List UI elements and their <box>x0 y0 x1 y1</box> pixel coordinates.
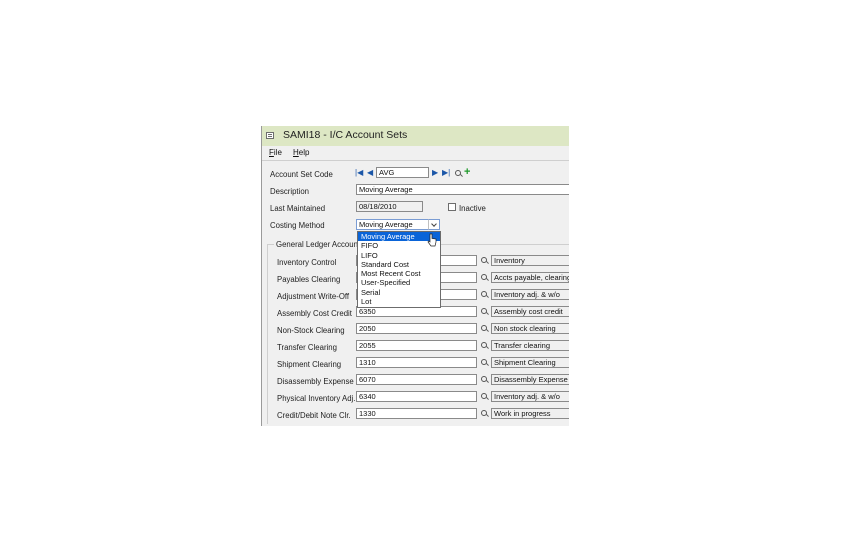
gl-account-label: Shipment Clearing <box>277 360 342 369</box>
gl-account-label: Transfer Clearing <box>277 343 337 352</box>
description-label: Description <box>270 187 309 196</box>
inactive-checkbox[interactable] <box>448 203 456 211</box>
gl-account-label: Payables Clearing <box>277 275 341 284</box>
gl-account-finder-icon[interactable] <box>480 392 489 401</box>
gl-account-finder-icon[interactable] <box>480 409 489 418</box>
gl-account-finder-icon[interactable] <box>480 290 489 299</box>
costing-option[interactable]: User-Specified <box>358 278 440 287</box>
costing-method-label: Costing Method <box>270 221 325 230</box>
inactive-label: Inactive <box>459 204 486 213</box>
gl-account-input[interactable]: 1310 <box>356 357 477 368</box>
menu-divider <box>262 160 569 161</box>
gl-account-finder-icon[interactable] <box>480 341 489 350</box>
costing-method-select[interactable]: Moving Average <box>356 219 429 230</box>
costing-option[interactable]: Lot <box>358 297 440 306</box>
menu-file[interactable]: File <box>269 148 282 157</box>
gl-account-input[interactable]: 2050 <box>356 323 477 334</box>
gl-account-input[interactable]: 6340 <box>356 391 477 402</box>
menu-bar: File Help <box>262 146 569 160</box>
gl-account-label: Inventory Control <box>277 258 337 267</box>
gl-account-label: Disassembly Expense <box>277 377 354 386</box>
gl-account-finder-icon[interactable] <box>480 375 489 384</box>
gl-account-finder-icon[interactable] <box>480 324 489 333</box>
window-title: SAMI18 - I/C Account Sets <box>283 129 408 141</box>
gl-account-label: Physical Inventory Adj. <box>277 394 356 403</box>
gl-group-title: General Ledger Accounts <box>274 240 366 249</box>
gl-account-finder-icon[interactable] <box>480 273 489 282</box>
account-set-code-input[interactable]: AVG <box>376 167 429 178</box>
last-maintained-label: Last Maintained <box>270 204 326 213</box>
last-record-icon[interactable]: ▶| <box>442 169 450 177</box>
previous-record-icon[interactable]: ◀ <box>367 169 373 177</box>
gl-group-border-left <box>267 244 268 424</box>
gl-account-finder-icon[interactable] <box>480 307 489 316</box>
gl-account-label: Assembly Cost Credit <box>277 309 352 318</box>
first-record-icon[interactable]: |◀ <box>355 169 363 177</box>
gl-account-description: Non stock clearing <box>491 323 569 334</box>
gl-account-description: Accts payable, clearing <box>491 272 569 283</box>
gl-account-description: Inventory adj. & w/o <box>491 289 569 300</box>
account-sets-window: SAMI18 - I/C Account Sets File Help Acco… <box>261 126 569 426</box>
costing-option[interactable]: Most Recent Cost <box>358 269 440 278</box>
description-input[interactable]: Moving Average <box>356 184 569 195</box>
costing-option[interactable]: LIFO <box>358 251 440 260</box>
costing-option[interactable]: Serial <box>358 288 440 297</box>
menu-help[interactable]: Help <box>293 148 309 157</box>
next-record-icon[interactable]: ▶ <box>432 169 438 177</box>
gl-account-input[interactable]: 2055 <box>356 340 477 351</box>
gl-account-description: Inventory <box>491 255 569 266</box>
gl-account-finder-icon[interactable] <box>480 358 489 367</box>
gl-account-label: Credit/Debit Note Clr. <box>277 411 351 420</box>
last-maintained-value: 08/18/2010 <box>356 201 423 212</box>
gl-account-input[interactable]: 6070 <box>356 374 477 385</box>
gl-account-finder-icon[interactable] <box>480 256 489 265</box>
title-bar: SAMI18 - I/C Account Sets <box>262 126 569 146</box>
gl-account-input[interactable]: 1330 <box>356 408 477 419</box>
mouse-cursor-icon <box>427 233 437 247</box>
account-set-code-label: Account Set Code <box>270 170 333 179</box>
add-new-icon[interactable]: + <box>464 166 470 178</box>
gl-account-description: Transfer clearing <box>491 340 569 351</box>
gl-account-label: Adjustment Write-Off <box>277 292 350 301</box>
gl-account-description: Disassembly Expense <box>491 374 569 385</box>
app-window-icon[interactable] <box>266 132 274 139</box>
gl-account-description: Assembly cost credit <box>491 306 569 317</box>
chevron-down-icon[interactable] <box>428 219 440 230</box>
gl-account-description: Shipment Clearing <box>491 357 569 368</box>
gl-account-description: Inventory adj. & w/o <box>491 391 569 402</box>
account-set-finder-icon[interactable] <box>454 169 463 178</box>
gl-account-description: Work in progress <box>491 408 569 419</box>
gl-account-label: Non-Stock Clearing <box>277 326 345 335</box>
costing-option[interactable]: Standard Cost <box>358 260 440 269</box>
